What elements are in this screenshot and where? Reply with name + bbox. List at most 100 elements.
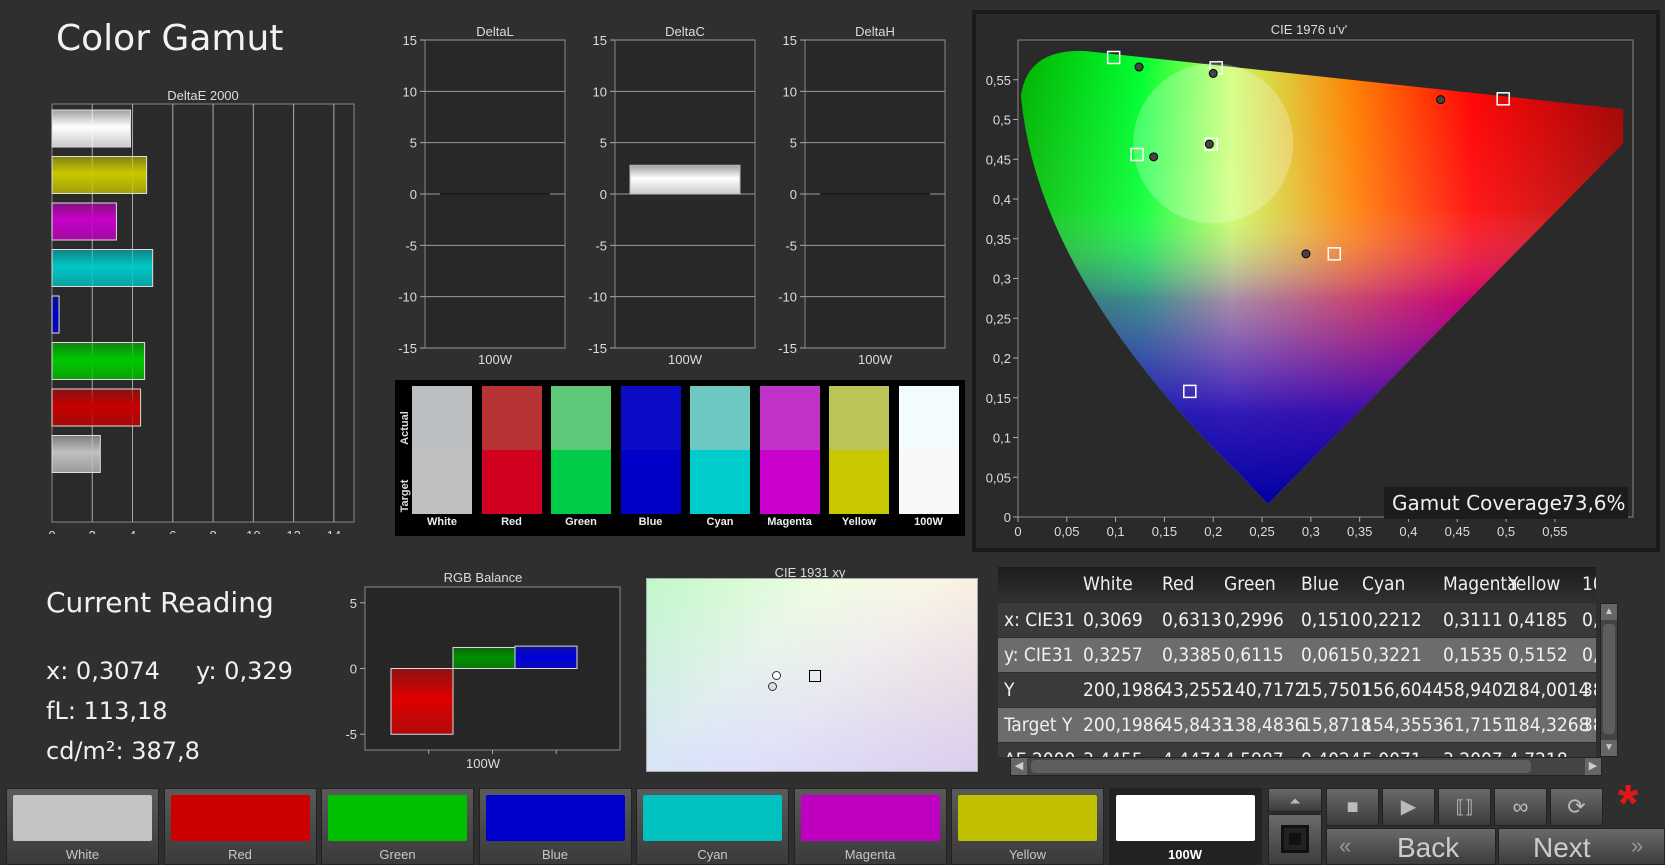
delta-tick-label: 15 bbox=[593, 33, 607, 48]
delta-tick-label: 10 bbox=[593, 84, 607, 99]
cie1976-actual-point bbox=[1134, 62, 1144, 72]
color-button-swatch bbox=[13, 795, 152, 841]
swatch-target bbox=[481, 450, 542, 514]
swatch-label: Magenta bbox=[767, 516, 812, 528]
scroll-down-icon[interactable]: ▼ bbox=[1601, 740, 1617, 756]
table-cell: 0,3221 bbox=[1362, 644, 1422, 666]
table-cell: 4,7218 bbox=[1508, 743, 1568, 757]
swatch-label: Green bbox=[565, 516, 597, 528]
deltae-bar-yellow bbox=[51, 156, 148, 194]
stop-square-button[interactable] bbox=[1268, 814, 1322, 865]
delta-chart-title: DeltaH bbox=[855, 24, 895, 39]
table-cell: 0,6313 bbox=[1162, 609, 1222, 631]
cie1976-y-tick-label: 0,05 bbox=[986, 470, 1011, 485]
delta-bar bbox=[629, 164, 741, 195]
cie1976-title: CIE 1976 u'v' bbox=[1271, 22, 1348, 37]
color-button-white[interactable]: White bbox=[6, 788, 159, 865]
measurement-table: White Red Green Blue Cyan MagentaYellow 10 x: C… bbox=[998, 567, 1596, 757]
delta-tick-label: 10 bbox=[403, 84, 417, 99]
swatch-100w: 100W bbox=[898, 386, 959, 532]
table-cell: 3,2007 bbox=[1443, 743, 1503, 757]
color-button-green[interactable]: Green bbox=[321, 788, 474, 865]
table-header-cell: White bbox=[1083, 573, 1133, 595]
next-label: Next bbox=[1533, 832, 1591, 863]
cie1976-chart: CIE 1976 u'v' 0 0,05 0,1 0,15 0,2 0,25 0,3 0,35 0… bbox=[986, 22, 1634, 539]
rgb-bar-blue bbox=[514, 645, 578, 670]
deltae-tick-label: 8 bbox=[209, 528, 216, 534]
swatch-target bbox=[551, 450, 611, 514]
step-button[interactable]: ⟦⟧ bbox=[1438, 788, 1491, 826]
back-button[interactable]: « Back bbox=[1326, 828, 1496, 865]
table-cell: 154,3553 bbox=[1362, 714, 1444, 736]
cie1976-y-tick-label: 0,55 bbox=[986, 73, 1011, 88]
current-reading-heading: Current Reading bbox=[46, 586, 274, 619]
cie1931-reading-marker bbox=[768, 682, 777, 691]
table-cell: 0,1510 bbox=[1301, 609, 1361, 631]
table-header-cell: Yellow bbox=[1508, 573, 1561, 595]
rgb-balance-title: RGB Balance bbox=[444, 570, 523, 585]
table-row-label: y: CIE31 bbox=[1004, 644, 1074, 666]
swatch-label: Cyan bbox=[706, 516, 734, 528]
table-header-cell: Green bbox=[1224, 573, 1276, 595]
swatch-target bbox=[759, 450, 820, 514]
table-cell: 200,1986 bbox=[1083, 679, 1165, 701]
delta-tick-label: -5 bbox=[785, 238, 797, 253]
delta-tick-label: 5 bbox=[600, 136, 607, 151]
table-cell: 0,3257 bbox=[1083, 644, 1143, 666]
vscroll-thumb[interactable] bbox=[1603, 624, 1615, 734]
rgb-tick-label: 0 bbox=[350, 662, 357, 677]
color-button-100w[interactable]: 100W bbox=[1108, 788, 1262, 865]
color-button-yellow[interactable]: Yellow bbox=[951, 788, 1104, 865]
color-button-swatch bbox=[170, 795, 310, 841]
table-cell: 0,1535 bbox=[1443, 644, 1503, 666]
deltae-bar-gray bbox=[51, 435, 101, 473]
cie1976-x-tick-label: 0,45 bbox=[1445, 524, 1470, 539]
rgb-bar-green bbox=[452, 646, 516, 669]
loop-button[interactable]: ∞ bbox=[1494, 788, 1547, 826]
table-cell: 0,3385 bbox=[1162, 644, 1222, 666]
swatch-actual bbox=[829, 386, 889, 450]
deltae-chart: DeltaE 2000 0 2 4 6 8 10 12 14 bbox=[48, 88, 355, 534]
color-button-magenta[interactable]: Magenta bbox=[793, 788, 947, 865]
rgb-x-label: 100W bbox=[466, 756, 501, 771]
scroll-right-icon[interactable]: ▶ bbox=[1585, 758, 1601, 775]
cie1976-y-tick-label: 0,15 bbox=[986, 391, 1011, 406]
table-cell: 184,0014 bbox=[1508, 679, 1590, 701]
cie1976-x-tick-label: 0,2 bbox=[1204, 524, 1222, 539]
swatch-blue: Blue bbox=[620, 386, 681, 532]
play-button[interactable]: ▶ bbox=[1382, 788, 1435, 826]
delta-chart-title: DeltaL bbox=[476, 24, 514, 39]
cie1976-y-tick-label: 0,45 bbox=[986, 152, 1011, 167]
color-button-red[interactable]: Red bbox=[163, 788, 317, 865]
delta-tick-label: -5 bbox=[405, 238, 417, 253]
deltae-bar-blue bbox=[51, 295, 60, 334]
up-button[interactable]: ⏶ bbox=[1268, 788, 1322, 812]
table-cell: 184,3268 bbox=[1508, 714, 1590, 736]
next-button[interactable]: Next » bbox=[1498, 828, 1665, 865]
table-hscrollbar[interactable]: ◀ ▶ bbox=[1010, 757, 1602, 776]
deltae-tick-label: 2 bbox=[89, 528, 96, 534]
swatch-target bbox=[620, 450, 681, 514]
deltae-tick-label: 0 bbox=[48, 528, 55, 534]
cie1976-x-tick-label: 0,4 bbox=[1399, 524, 1417, 539]
scroll-left-icon[interactable]: ◀ bbox=[1011, 758, 1027, 775]
refresh-button[interactable]: ⟳ bbox=[1550, 788, 1603, 826]
delta-tick-label: -15 bbox=[398, 341, 417, 356]
next-arrow-icon: » bbox=[1631, 833, 1644, 858]
delta-tick-label: -10 bbox=[588, 290, 607, 305]
color-button-blue[interactable]: Blue bbox=[478, 788, 632, 865]
table-vscrollbar[interactable]: ▲ ▼ bbox=[1600, 603, 1618, 757]
color-button-swatch bbox=[485, 795, 625, 841]
hscroll-thumb[interactable] bbox=[1031, 760, 1531, 773]
cie1976-x-tick-label: 0,1 bbox=[1107, 524, 1125, 539]
color-button-cyan[interactable]: Cyan bbox=[636, 788, 789, 865]
scroll-up-icon[interactable]: ▲ bbox=[1601, 604, 1617, 620]
cie1976-panel: CIE 1976 u'v' 0 0,05 0,1 0,15 0,2 0,25 0,3 0,35 0… bbox=[972, 10, 1660, 552]
asterisk-icon[interactable]: * bbox=[1618, 778, 1638, 830]
cie1976-x-tick-label: 0,5 bbox=[1497, 524, 1515, 539]
cie1976-y-tick-label: 0,25 bbox=[986, 311, 1011, 326]
color-button-label: White bbox=[65, 847, 100, 862]
rgb-tick-label: 5 bbox=[350, 596, 357, 611]
deltae-tick-label: 4 bbox=[129, 528, 136, 534]
stop-button[interactable]: ■ bbox=[1326, 788, 1379, 826]
